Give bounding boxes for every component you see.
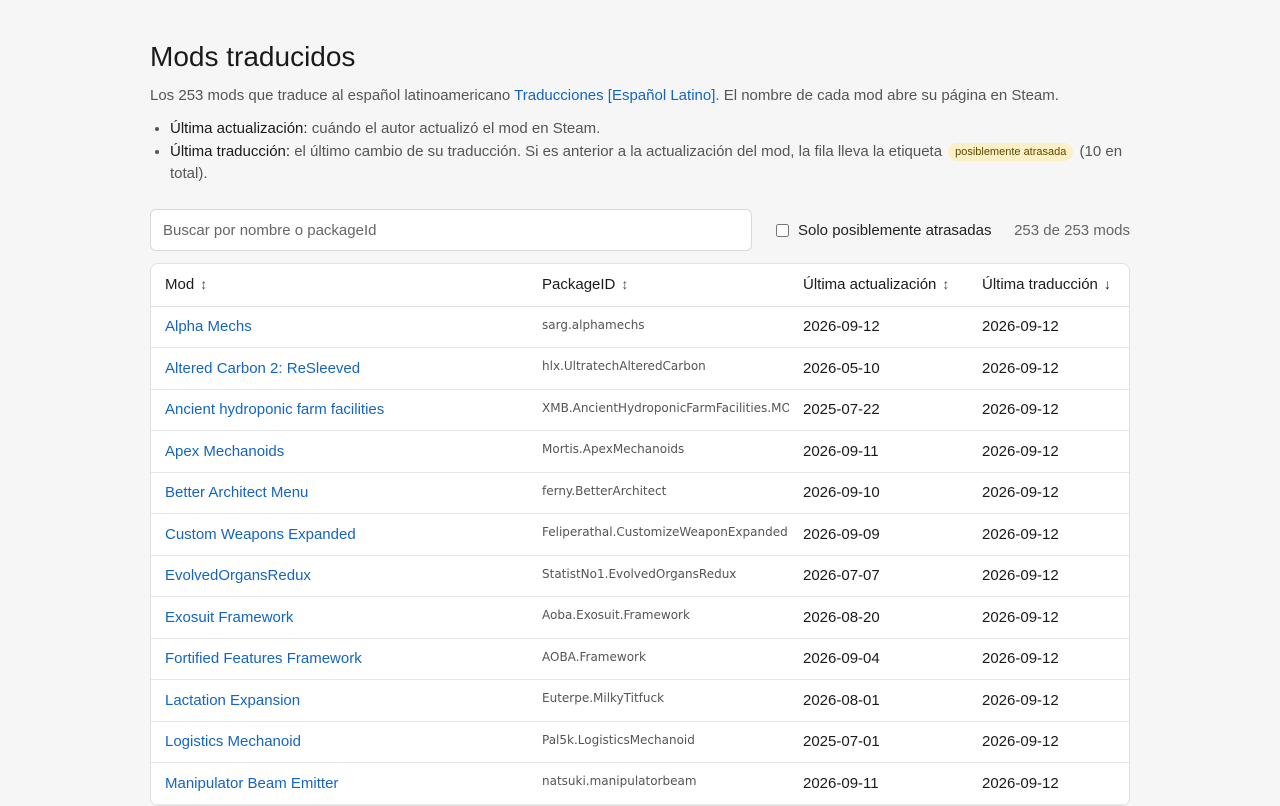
mod-link[interactable]: Manipulator Beam Emitter (165, 775, 338, 792)
mod-link[interactable]: Custom Weapons Expanded (165, 526, 356, 543)
last-update: 2026-09-11 (789, 762, 968, 805)
table-row: Exosuit Framework Aoba.Exosuit.Framework 2… (151, 596, 1129, 639)
column-header-packageid[interactable]: PackageID ↕ (528, 264, 789, 307)
last-translation: 2026-09-12 (968, 513, 1129, 556)
last-update: 2026-09-10 (789, 472, 968, 514)
column-label: Última traducción (982, 276, 1098, 294)
package-id: natsuki.manipulatorbeam (528, 762, 789, 805)
last-update: 2025-07-22 (789, 389, 968, 431)
sort-icon: ↕ (200, 276, 208, 293)
outdated-filter[interactable]: Solo posiblemente atrasadas (776, 222, 991, 239)
mod-link[interactable]: Exosuit Framework (165, 609, 293, 626)
last-update: 2026-07-07 (789, 555, 968, 597)
package-id: StatistNo1.EvolvedOrgansRedux (528, 555, 789, 597)
table-row: Ancient hydroponic farm facilities XMB.An… (151, 389, 1129, 431)
note-term: Última actualización: (170, 120, 308, 137)
column-label: PackageID (542, 276, 616, 294)
intro-text: Los 253 mods que traduce al español lati… (150, 84, 1130, 108)
outdated-badge: posiblemente atrasada (948, 143, 1074, 161)
outdated-filter-label: Solo posiblemente atrasadas (798, 221, 992, 239)
column-header-mod[interactable]: Mod ↕ (151, 264, 528, 307)
last-translation: 2026-09-12 (968, 638, 1129, 680)
table-row: Custom Weapons Expanded Feliperathal.Cust… (151, 513, 1129, 556)
column-header-last-translation[interactable]: Última traducción ↓ (968, 264, 1129, 307)
column-header-last-update[interactable]: Última actualización ↕ (789, 264, 968, 307)
last-translation: 2026-09-12 (968, 721, 1129, 763)
mod-link[interactable]: Altered Carbon 2: ReSleeved (165, 360, 360, 377)
package-id: hlx.UltratechAlteredCarbon (528, 347, 789, 390)
package-id: XMB.AncientHydroponicFarmFacilities.MO (528, 389, 789, 431)
translations-link[interactable]: Traducciones [Español Latino] (514, 87, 715, 104)
result-count: 253 de 253 mods (1014, 221, 1130, 239)
note-last-translation: Última traducción: el último cambio de s… (170, 141, 1130, 185)
intro-before: Los 253 mods que traduce al español lati… (150, 87, 515, 104)
table-row: EvolvedOrgansRedux StatistNo1.EvolvedOrga… (151, 555, 1129, 597)
last-update: 2026-09-04 (789, 638, 968, 680)
table-row: Alpha Mechs sarg.alphamechs 2026-09-12 2026… (151, 306, 1129, 348)
table-row: Fortified Features Framework AOBA.Framewo… (151, 638, 1129, 680)
mods-table: Mod ↕ PackageID ↕ Última actualización ↕ Úl… (151, 264, 1129, 805)
mod-link[interactable]: Logistics Mechanoid (165, 733, 301, 750)
package-id: Feliperathal.CustomizeWeaponExpanded (528, 513, 789, 556)
last-translation: 2026-09-12 (968, 430, 1129, 473)
last-update: 2026-05-10 (789, 347, 968, 390)
last-translation: 2026-09-12 (968, 389, 1129, 431)
search-input[interactable] (150, 209, 752, 251)
last-update: 2025-07-01 (789, 721, 968, 763)
mod-link[interactable]: EvolvedOrgansRedux (165, 567, 311, 584)
table-header-row: Mod ↕ PackageID ↕ Última actualización ↕ Úl… (151, 264, 1129, 307)
sort-icon: ↕ (621, 276, 629, 293)
table-row: Better Architect Menu ferny.BetterArchite… (151, 472, 1129, 514)
last-translation: 2026-09-12 (968, 762, 1129, 805)
last-translation: 2026-09-12 (968, 472, 1129, 514)
mod-link[interactable]: Apex Mechanoids (165, 443, 284, 460)
last-update: 2026-09-09 (789, 513, 968, 556)
last-translation: 2026-09-12 (968, 306, 1129, 348)
sort-desc-icon: ↓ (1103, 276, 1111, 293)
sort-icon: ↕ (942, 276, 950, 293)
toolbar: Solo posiblemente atrasadas 253 de 253 m… (150, 209, 1130, 251)
last-update: 2026-09-12 (789, 306, 968, 348)
mod-link[interactable]: Better Architect Menu (165, 484, 308, 501)
table-row: Manipulator Beam Emitter natsuki.manipula… (151, 762, 1129, 805)
last-translation: 2026-09-12 (968, 347, 1129, 390)
column-label: Mod (165, 276, 195, 294)
package-id: AOBA.Framework (528, 638, 789, 680)
last-update: 2026-08-01 (789, 679, 968, 722)
mod-link[interactable]: Lactation Expansion (165, 692, 300, 709)
package-id: Mortis.ApexMechanoids (528, 430, 789, 473)
note-last-update: Última actualización: cuándo el autor ac… (170, 118, 1130, 140)
note-term: Última traducción: (170, 143, 291, 160)
package-id: Pal5k.LogisticsMechanoid (528, 721, 789, 763)
notes-list: Última actualización: cuándo el autor ac… (150, 118, 1130, 185)
table-row: Apex Mechanoids Mortis.ApexMechanoids 2026… (151, 430, 1129, 473)
last-translation: 2026-09-12 (968, 679, 1129, 722)
column-label: Última actualización (803, 276, 937, 294)
mod-link[interactable]: Fortified Features Framework (165, 650, 362, 667)
table-row: Lactation Expansion Euterpe.MilkyTitfuck 2… (151, 679, 1129, 722)
package-id: Euterpe.MilkyTitfuck (528, 679, 789, 722)
note-text: cuándo el autor actualizó el mod en Stea… (307, 120, 601, 137)
mods-table-container: Mod ↕ PackageID ↕ Última actualización ↕ Úl… (150, 263, 1130, 806)
page-title: Mods traducidos (150, 41, 356, 72)
last-update: 2026-08-20 (789, 596, 968, 639)
intro-after: . El nombre de cada mod abre su página e… (715, 87, 1059, 104)
last-translation: 2026-09-12 (968, 555, 1129, 597)
note-text: el último cambio de su traducción. Si es… (290, 143, 943, 160)
table-row: Logistics Mechanoid Pal5k.LogisticsMechan… (151, 721, 1129, 763)
package-id: sarg.alphamechs (528, 306, 789, 348)
page-container: Mods traducidos Los 253 mods que traduce… (150, 38, 1130, 806)
package-id: Aoba.Exosuit.Framework (528, 596, 789, 639)
mod-link[interactable]: Ancient hydroponic farm facilities (165, 401, 384, 418)
last-translation: 2026-09-12 (968, 596, 1129, 639)
outdated-filter-checkbox[interactable] (776, 223, 789, 237)
mod-link[interactable]: Alpha Mechs (165, 318, 252, 335)
table-row: Altered Carbon 2: ReSleeved hlx.Ultratech… (151, 347, 1129, 390)
package-id: ferny.BetterArchitect (528, 472, 789, 514)
last-update: 2026-09-11 (789, 430, 968, 473)
table-body: Alpha Mechs sarg.alphamechs 2026-09-12 2026… (151, 306, 1129, 805)
